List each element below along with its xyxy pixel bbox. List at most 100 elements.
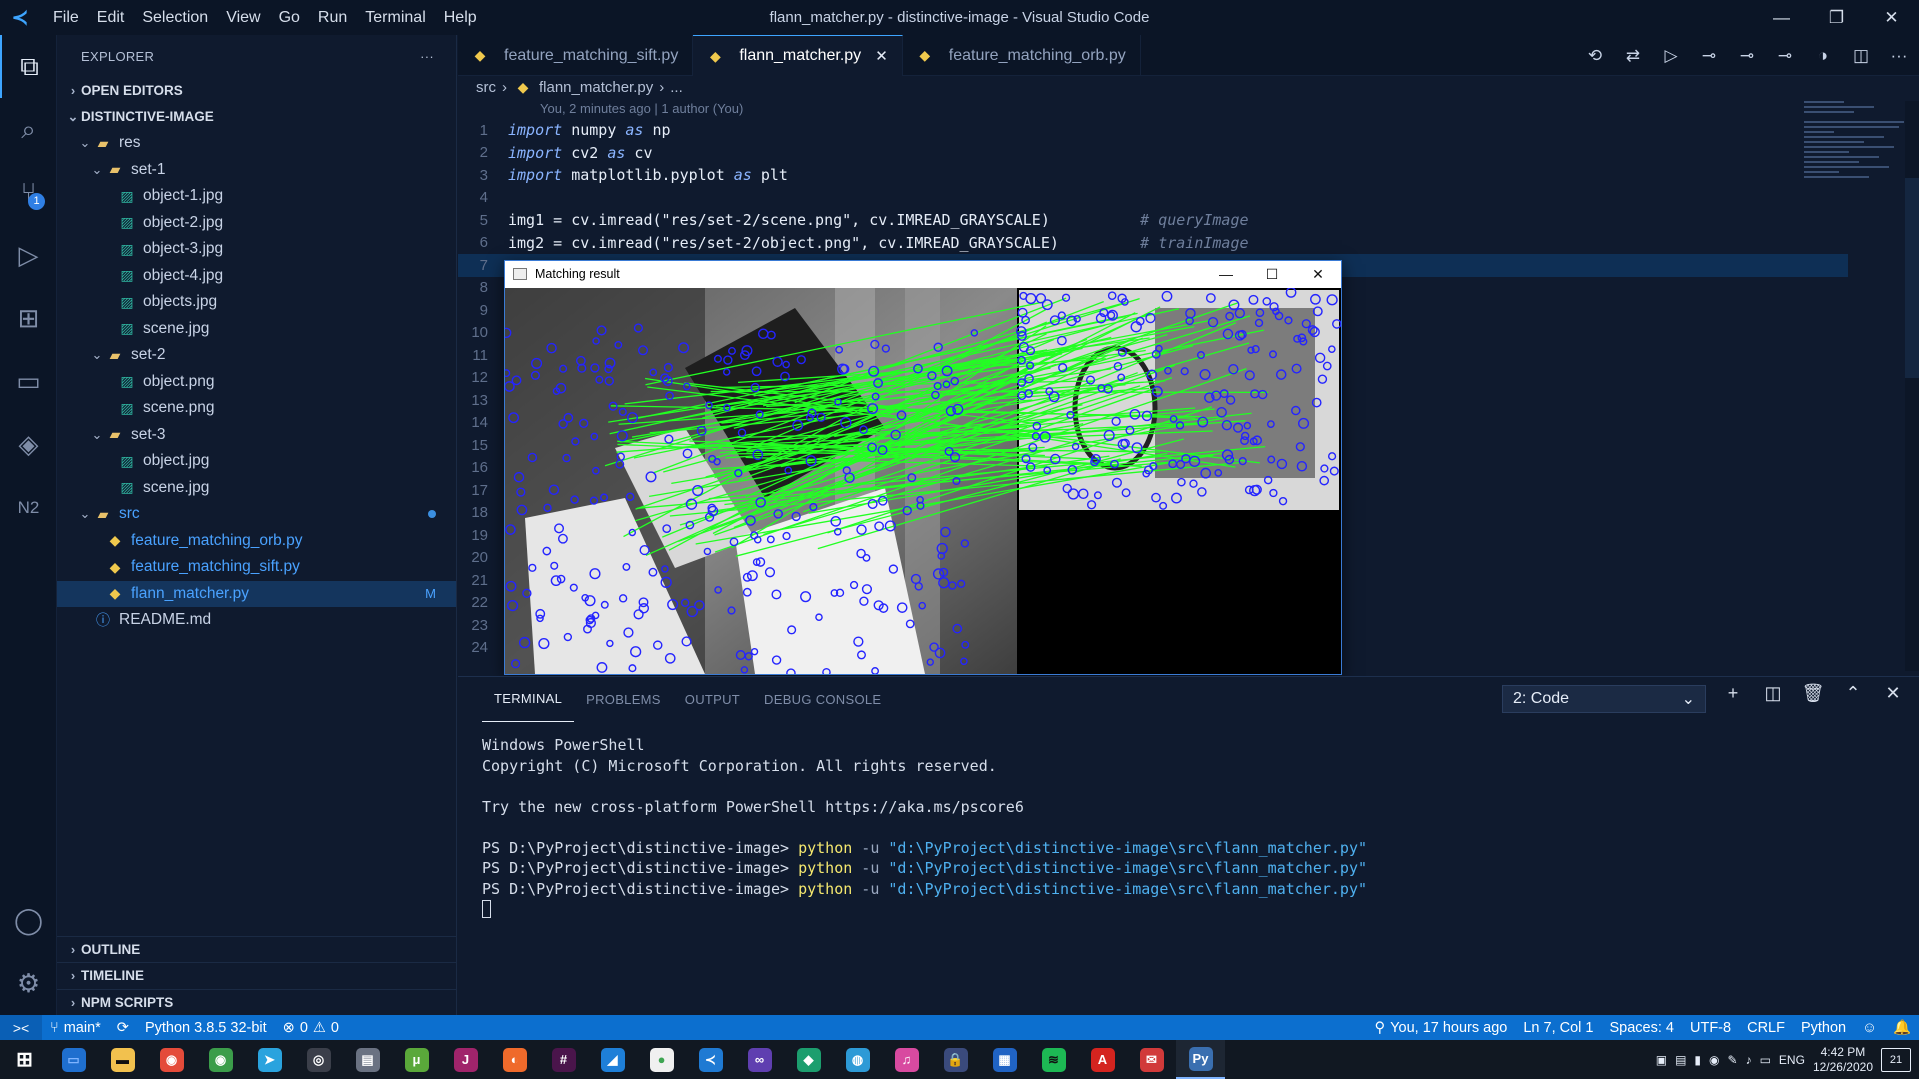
tree-item[interactable]: ◆ feature_matching_orb.py [57,528,456,555]
scrollbar-thumb[interactable] [1905,178,1919,378]
tree-item[interactable]: ⌄ ▰ src [57,501,456,528]
utorrent-taskbar-button[interactable]: μ [392,1040,441,1079]
tree-item[interactable]: ▨ object-4.jpg [57,263,456,290]
source-control-button[interactable]: ⑂ 1 [0,161,57,224]
menu-run[interactable]: Run [309,0,356,35]
split-terminal-icon[interactable]: ◫ [1761,683,1785,704]
panel-tab-output[interactable]: OUTPUT [673,678,752,722]
explorer-more-button[interactable]: ··· [420,49,434,64]
telegram-taskbar-button[interactable]: ➤ [245,1040,294,1079]
visual-studio-taskbar-button[interactable]: ∞ [735,1040,784,1079]
gitlens-button[interactable]: ◈ [0,413,57,476]
codelens-blame[interactable]: You, 2 minutes ago | 1 author (You) [458,98,1919,119]
menu-terminal[interactable]: Terminal [356,0,434,35]
code-line[interactable]: 6 img2 = cv.imread("res/set-2/object.png"… [458,232,1919,255]
cursor-position[interactable]: Ln 7, Col 1 [1515,1019,1601,1036]
n2-button[interactable]: N2 [0,476,57,539]
section-timeline[interactable]: › TIMELINE [57,962,457,989]
code-line[interactable]: 2 import cv2 as cv [458,142,1919,165]
explorer-button[interactable]: ⧉ [0,35,57,98]
account-button[interactable]: ◯ [0,889,57,952]
notifications-bell-icon[interactable]: 🔔 [1885,1019,1919,1036]
tree-item[interactable]: ⌄ ▰ res [57,130,456,157]
minimize-button[interactable]: — [1754,0,1809,35]
start-taskbar-button[interactable]: ⊞ [0,1040,49,1079]
tree-item[interactable]: ⓘ README.md [57,607,456,634]
open-editors-section[interactable]: › OPEN EDITORS [57,77,456,104]
breadcrumb-symbol[interactable]: ... [670,79,683,96]
remote-explorer-button[interactable]: ▭ [0,350,57,413]
tree-item[interactable]: ⌄ ▰ set-2 [57,342,456,369]
python-window-taskbar-button[interactable]: Py [1176,1040,1225,1079]
next-change-icon[interactable]: ⊸ [1773,46,1797,66]
compare-icon[interactable]: ⇄ [1621,46,1645,66]
slack-taskbar-button[interactable]: # [539,1040,588,1079]
cv-minimize-button[interactable]: — [1203,261,1249,287]
task-view-taskbar-button[interactable]: ▭ [49,1040,98,1079]
branch-indicator[interactable]: ⑂ main* [42,1020,109,1036]
line-ending[interactable]: CRLF [1739,1019,1793,1036]
menu-selection[interactable]: Selection [133,0,217,35]
postman-taskbar-button[interactable]: ◐ [490,1040,539,1079]
git-blame-status[interactable]: ⚲ You, 17 hours ago [1367,1019,1516,1036]
split-editor-icon[interactable]: ◫ [1849,46,1873,66]
git-commit-icon[interactable]: ⊸ [1697,46,1721,66]
python-interpreter[interactable]: Python 3.8.5 32-bit [137,1020,275,1036]
tree-item[interactable]: ◆ feature_matching_sift.py [57,554,456,581]
network-share-icon[interactable]: ▤ [1675,1053,1686,1067]
encoding[interactable]: UTF-8 [1682,1019,1739,1036]
close-button[interactable]: ✕ [1864,0,1919,35]
chrome-profile-taskbar-button[interactable]: ◉ [196,1040,245,1079]
code-line[interactable]: 5 img1 = cv.imread("res/set-2/scene.png",… [458,209,1919,232]
pen-icon[interactable]: ✎ [1728,1053,1738,1067]
editor-tab[interactable]: ◆ feature_matching_sift.py [458,35,694,76]
tab-close-icon[interactable]: ✕ [875,47,888,65]
chrome-taskbar-button[interactable]: ◉ [147,1040,196,1079]
tree-item[interactable]: ▨ scene.jpg [57,475,456,502]
search-button[interactable]: ⌕ [0,98,57,161]
clock[interactable]: 4:42 PM 12/26/2020 [1813,1045,1873,1075]
problems-indicator[interactable]: ⊗ 0 ⚠ 0 [275,1020,347,1036]
run-debug-button[interactable]: ▷ [0,224,57,287]
cv-close-button[interactable]: ✕ [1295,261,1341,287]
menu-edit[interactable]: Edit [88,0,134,35]
menu-go[interactable]: Go [270,0,309,35]
minimap[interactable] [1804,101,1919,231]
gitkraken-taskbar-button[interactable]: ◆ [784,1040,833,1079]
terminal[interactable]: Windows PowerShell Copyright (C) Microsof… [458,723,1919,920]
menu-view[interactable]: View [217,0,269,35]
settings-gear-button[interactable]: ⚙ [0,952,57,1015]
itunes-taskbar-button[interactable]: ♫ [882,1040,931,1079]
tree-item[interactable]: ▨ scene.png [57,395,456,422]
more-actions-icon[interactable]: ··· [1887,46,1911,66]
gitlens-toggle-icon[interactable]: ◑ [1811,46,1835,66]
menu-file[interactable]: File [44,0,88,35]
matching-result-window[interactable]: Matching result — ☐ ✕ [504,260,1342,675]
language-mode[interactable]: Python [1793,1019,1854,1036]
chrome-tray-icon[interactable]: ◉ [1709,1053,1719,1067]
maximize-panel-icon[interactable]: ⌃ [1841,683,1865,704]
section-outline[interactable]: › OUTLINE [57,935,457,963]
file-explorer-taskbar-button[interactable]: ▬ [98,1040,147,1079]
remote-indicator[interactable]: >< [0,1015,42,1040]
breadcrumb-file[interactable]: flann_matcher.py [539,79,653,96]
tree-item[interactable]: ▨ scene.jpg [57,316,456,343]
terminal-select[interactable]: 2: Code ⌄ [1502,685,1706,713]
action-center-button[interactable]: 21 [1881,1047,1911,1072]
breadcrumb-folder[interactable]: src [476,79,496,96]
spotify-taskbar-button[interactable]: ≋ [1029,1040,1078,1079]
language-indicator[interactable]: ENG [1779,1053,1805,1067]
code-line[interactable]: 4 [458,187,1919,210]
panel-tab-problems[interactable]: PROBLEMS [574,678,673,722]
tree-item[interactable]: ⌄ ▰ set-3 [57,422,456,449]
azure-data-studio-taskbar-button[interactable]: ◢ [588,1040,637,1079]
nvidia-icon[interactable]: ▣ [1656,1053,1667,1067]
cv-window-titlebar[interactable]: Matching result — ☐ ✕ [505,261,1341,287]
tree-item[interactable]: ▨ objects.jpg [57,289,456,316]
history-icon[interactable]: ⟲ [1583,46,1607,66]
kill-terminal-icon[interactable]: 🗑 [1801,683,1825,704]
menu-help[interactable]: Help [435,0,486,35]
tree-item[interactable]: ⌄ ▰ set-1 [57,157,456,184]
restore-button[interactable]: ❐ [1809,0,1864,35]
chat-taskbar-button[interactable]: ✉ [1127,1040,1176,1079]
